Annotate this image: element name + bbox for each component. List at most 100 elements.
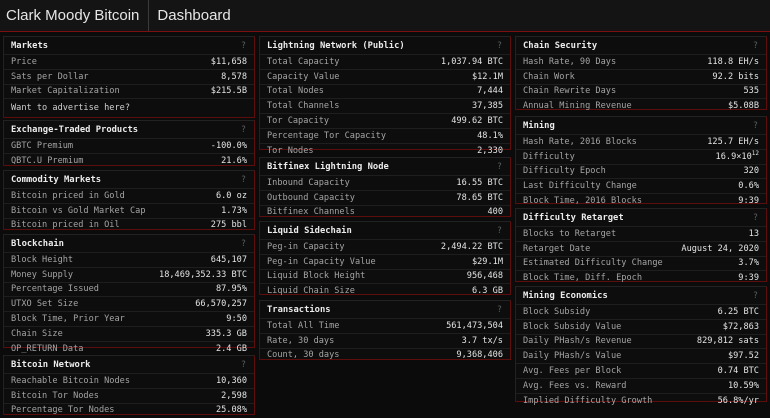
stat-row-chain-rewrite-days[interactable]: Chain Rewrite Days 535	[516, 83, 766, 99]
stat-row-avg-fees-vs-reward[interactable]: Avg. Fees vs. Reward 10.59%	[516, 377, 766, 393]
stat-row-block-height[interactable]: Block Height 645,107	[4, 252, 254, 267]
stat-value-text: 2,598	[221, 390, 247, 401]
stat-value: 3.7 tx/s	[462, 336, 503, 346]
stat-row-market-capitalization[interactable]: Market Capitalization $215.5B	[4, 83, 254, 99]
stat-row-difficulty-epoch[interactable]: Difficulty Epoch 320	[516, 163, 766, 179]
help-icon[interactable]: ?	[753, 121, 758, 131]
stat-row-reachable-bitcoin-nodes[interactable]: Reachable Bitcoin Nodes 10,360	[4, 373, 254, 388]
panel-title: Exchange-Traded Products	[11, 124, 139, 135]
stat-row-avg-fees-per-block[interactable]: Avg. Fees per Block 0.74 BTC	[516, 363, 766, 378]
help-icon[interactable]: ?	[241, 125, 246, 135]
panel-chain-security: Chain Security? Hash Rate, 90 Days 118.8 E…	[515, 36, 767, 113]
stat-row-total-channels[interactable]: Total Channels 37,385	[260, 98, 510, 113]
stat-row-block-time-2016-blocks[interactable]: Block Time, 2016 Blocks 9:39	[516, 193, 766, 208]
tab-dashboard[interactable]: Dashboard	[149, 0, 238, 31]
stat-row-total-all-time[interactable]: Total All Time 561,473,504	[260, 318, 510, 333]
help-icon[interactable]: ?	[497, 305, 502, 315]
stat-value-text: 78.65 BTC	[456, 192, 503, 203]
stat-row-bitfinex-channels[interactable]: Bitfinex Channels 400	[260, 204, 510, 220]
help-icon[interactable]: ?	[497, 41, 502, 51]
stat-row-gbtc-premium[interactable]: GBTC Premium -100.0%	[4, 138, 254, 153]
stat-row-block-time-prior-year[interactable]: Block Time, Prior Year 9:50	[4, 311, 254, 326]
stat-value-text: 2,494.22 BTC	[440, 241, 503, 252]
stat-row-implied-difficulty-growth[interactable]: Implied Difficulty Growth 56.8%/yr	[516, 392, 766, 408]
stat-row-chain-work[interactable]: Chain Work 92.2 bits	[516, 68, 766, 84]
stat-row-inbound-capacity[interactable]: Inbound Capacity 16.55 BTC	[260, 175, 510, 190]
stat-row-bitcoin-priced-in-oil[interactable]: Bitcoin priced in Oil 275 bbl	[4, 217, 254, 233]
help-icon[interactable]: ?	[241, 175, 246, 185]
stat-row-block-subsidy[interactable]: Block Subsidy 6.25 BTC	[516, 304, 766, 319]
help-icon[interactable]: ?	[753, 41, 758, 51]
stat-row-capacity-value[interactable]: Capacity Value $12.1M	[260, 68, 510, 84]
site-brand[interactable]: Clark Moody Bitcoin	[0, 0, 150, 31]
stat-label: Hash Rate, 2016 Blocks	[523, 136, 637, 147]
panel-title: Mining	[523, 120, 555, 131]
panel-transactions: Transactions? Total All Time 561,473,504 Ra…	[259, 300, 511, 360]
panel-header: Markets?	[4, 37, 254, 54]
stat-row-bitcoin-tor-nodes[interactable]: Bitcoin Tor Nodes 2,598	[4, 387, 254, 403]
top-bar: Clark Moody Bitcoin Dashboard	[0, 0, 770, 32]
stat-row-retarget-date[interactable]: Retarget Date August 24, 2020	[516, 240, 766, 256]
stat-row-difficulty[interactable]: Difficulty 16.9×1012	[516, 148, 766, 164]
stat-row-total-nodes[interactable]: Total Nodes 7,444	[260, 83, 510, 99]
stat-row-percentage-tor-capacity[interactable]: Percentage Tor Capacity 48.1%	[260, 127, 510, 143]
help-icon[interactable]: ?	[497, 162, 502, 172]
stat-row-peg-in-capacity[interactable]: Peg-in Capacity 2,494.22 BTC	[260, 239, 510, 254]
stat-row-daily-phash-s-value[interactable]: Daily PHash/s Value $97.52	[516, 348, 766, 363]
stat-row-count-30-days[interactable]: Count, 30 days 9,368,406	[260, 347, 510, 363]
stat-row-estimated-difficulty-change[interactable]: Estimated Difficulty Change 3.7%	[516, 255, 766, 271]
stat-row-percentage-tor-nodes[interactable]: Percentage Tor Nodes 25.08%	[4, 402, 254, 418]
help-icon[interactable]: ?	[241, 41, 246, 51]
panel-title: Mining Economics	[523, 290, 608, 301]
stat-row-outbound-capacity[interactable]: Outbound Capacity 78.65 BTC	[260, 189, 510, 205]
stat-row-percentage-issued[interactable]: Percentage Issued 87.95%	[4, 281, 254, 297]
stat-row-sats-per-dollar[interactable]: Sats per Dollar 8,578	[4, 68, 254, 84]
stat-row-qbtc-u-premium[interactable]: QBTC.U Premium 21.6%	[4, 152, 254, 168]
stat-row-rate-30-days[interactable]: Rate, 30 days 3.7 tx/s	[260, 332, 510, 348]
panel-bitcoin-network: Bitcoin Network? Reachable Bitcoin Nodes 1…	[3, 355, 255, 415]
stat-row-bitcoin-priced-in-gold[interactable]: Bitcoin priced in Gold 6.0 oz	[4, 188, 254, 203]
stat-row-tor-capacity[interactable]: Tor Capacity 499.62 BTC	[260, 113, 510, 128]
stat-label: Peg-in Capacity	[267, 241, 345, 252]
stat-value: 92.2 bits	[712, 72, 759, 82]
panel-header: Difficulty Retarget?	[516, 209, 766, 226]
stat-row-peg-in-capacity-value[interactable]: Peg-in Capacity Value $29.1M	[260, 253, 510, 269]
stat-row-op-return-data[interactable]: OP_RETURN Data 2.4 GB	[4, 340, 254, 356]
stat-value-text: 561,473,504	[446, 320, 503, 331]
stat-row-hash-rate-2016-blocks[interactable]: Hash Rate, 2016 Blocks 125.7 EH/s	[516, 134, 766, 149]
help-icon[interactable]: ?	[241, 360, 246, 370]
stat-row-chain-size[interactable]: Chain Size 335.3 GB	[4, 325, 254, 341]
help-icon[interactable]: ?	[753, 291, 758, 301]
stat-row-price[interactable]: Price $11,658	[4, 54, 254, 69]
stat-value: 645,107	[211, 255, 247, 265]
stat-row-total-capacity[interactable]: Total Capacity 1,037.94 BTC	[260, 54, 510, 69]
stat-label: Daily PHash/s Value	[523, 351, 622, 362]
stat-row-tor-nodes[interactable]: Tor Nodes 2,330	[260, 142, 510, 158]
stat-row-utxo-set-size[interactable]: UTXO Set Size 66,570,257	[4, 296, 254, 311]
stat-value: $29.1M	[472, 257, 503, 267]
stat-row-daily-phash-s-revenue[interactable]: Daily PHash/s Revenue 829,812 sats	[516, 333, 766, 349]
stat-row-blocks-to-retarget[interactable]: Blocks to Retarget 13	[516, 226, 766, 241]
stat-label: Block Time, Prior Year	[11, 314, 125, 325]
help-icon[interactable]: ?	[753, 213, 758, 223]
stat-label: Inbound Capacity	[267, 177, 350, 188]
stat-value-text: 9:50	[226, 314, 247, 325]
stat-row-liquid-block-height[interactable]: Liquid Block Height 956,468	[260, 268, 510, 284]
stat-value: 16.55 BTC	[456, 178, 503, 188]
stat-row-block-time-diff-epoch[interactable]: Block Time, Diff. Epoch 9:39	[516, 270, 766, 285]
stat-row-last-difficulty-change[interactable]: Last Difficulty Change 0.6%	[516, 178, 766, 193]
stat-row-annual-mining-revenue[interactable]: Annual Mining Revenue $5.08B	[516, 98, 766, 113]
stat-row-liquid-chain-size[interactable]: Liquid Chain Size 6.3 GB	[260, 283, 510, 298]
stat-value: 118.8 EH/s	[707, 57, 759, 67]
stat-value-text: 16.9×10	[715, 151, 752, 162]
stat-row-bitcoin-vs-gold-market-cap[interactable]: Bitcoin vs Gold Market Cap 1.73%	[4, 202, 254, 218]
stat-row-money-supply[interactable]: Money Supply 18,469,352.33 BTC	[4, 266, 254, 282]
stat-row-block-subsidy-value[interactable]: Block Subsidy Value $72,863	[516, 318, 766, 334]
stat-row-hash-rate-90-days[interactable]: Hash Rate, 90 Days 118.8 EH/s	[516, 54, 766, 69]
stat-value-text: 320	[743, 166, 759, 177]
help-icon[interactable]: ?	[241, 239, 246, 249]
stat-value: 9:50	[226, 314, 247, 324]
help-icon[interactable]: ?	[497, 226, 502, 236]
advertise-link[interactable]: Want to advertise here?	[4, 98, 254, 117]
stat-value-text: 645,107	[210, 254, 247, 265]
